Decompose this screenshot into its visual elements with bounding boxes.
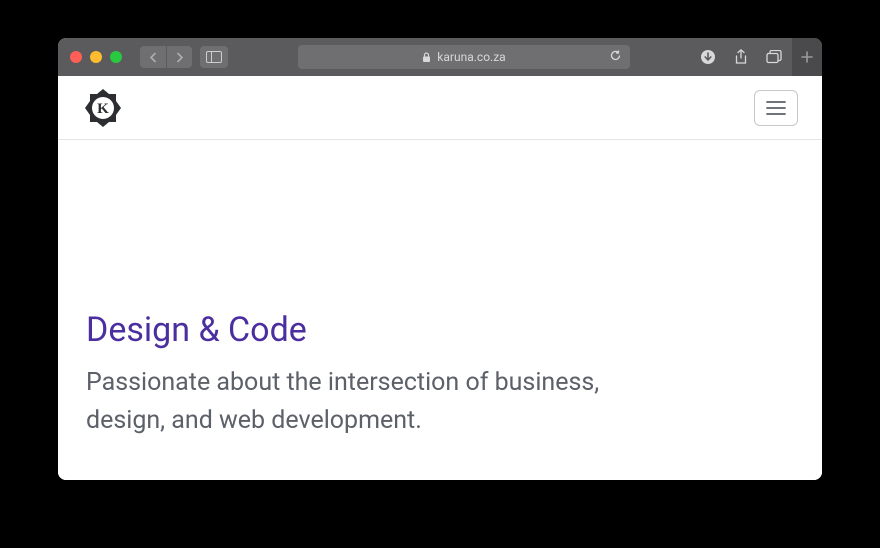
url-text: karuna.co.za [437,50,505,64]
window-minimize-button[interactable] [90,51,102,63]
hamburger-icon [766,101,786,115]
tabs-button[interactable] [766,50,782,64]
hero-section: Design & Code Passionate about the inter… [58,140,822,480]
address-bar[interactable]: karuna.co.za [298,45,630,69]
tabs-icon [766,50,782,64]
svg-text:K: K [97,101,109,117]
chevron-left-icon [149,52,158,63]
nav-button-group [140,46,192,68]
downloads-button[interactable] [700,49,716,65]
plus-icon [801,51,813,63]
back-button[interactable] [140,46,166,68]
forward-button[interactable] [166,46,192,68]
menu-toggle-button[interactable] [754,90,798,126]
sidebar-toggle-button[interactable] [200,46,228,68]
browser-window: karuna.co.za K [58,38,822,480]
new-tab-button[interactable] [792,38,822,76]
site-logo[interactable]: K [82,87,124,129]
page-content: K Design & Code Passionate about the int… [58,76,822,480]
sidebar-icon [206,51,222,63]
reload-icon [609,49,622,62]
window-close-button[interactable] [70,51,82,63]
share-button[interactable] [734,49,748,65]
site-navbar: K [58,76,822,140]
browser-titlebar: karuna.co.za [58,38,822,76]
download-icon [700,49,716,65]
logo-icon: K [82,87,124,129]
hero-subheading: Passionate about the intersection of bus… [86,364,646,439]
window-maximize-button[interactable] [110,51,122,63]
reload-button[interactable] [609,49,622,65]
hero-heading: Design & Code [86,310,794,350]
share-icon [734,49,748,65]
toolbar-right-group [700,49,782,65]
window-controls [70,51,122,63]
lock-icon [422,52,431,63]
chevron-right-icon [175,52,184,63]
